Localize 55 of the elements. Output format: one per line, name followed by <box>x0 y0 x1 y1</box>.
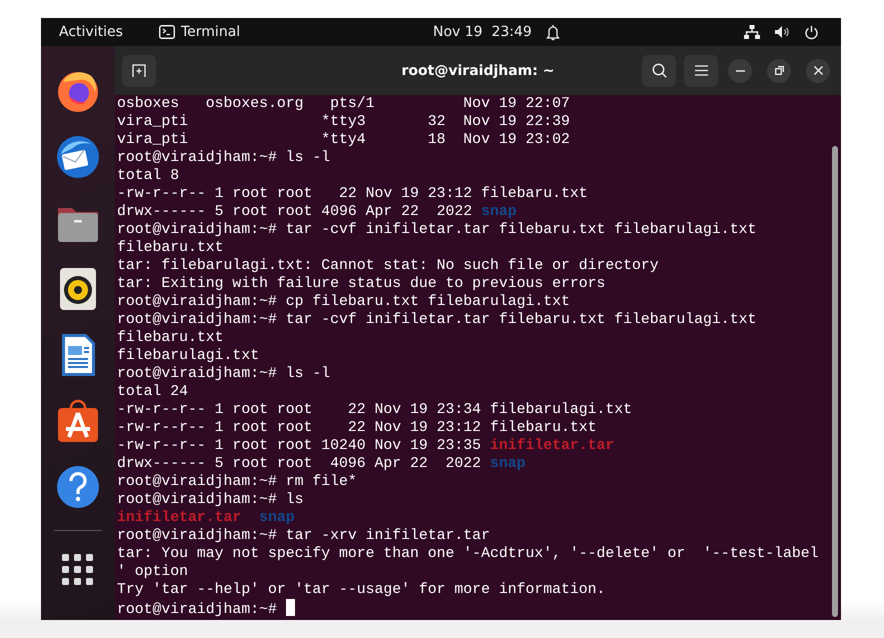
terminal-line: root@viraidjham:~# <box>117 599 295 617</box>
search-button[interactable] <box>642 54 676 86</box>
clock[interactable]: Nov 19 23:49 <box>433 24 532 40</box>
terminal-line: -rw-r--r-- 1 root root 22 Nov 19 23:12 filebaru.txt <box>117 419 596 437</box>
terminal-line: root@viraidjham:~# ls <box>117 491 304 509</box>
terminal-line: root@viraidjham:~# tar -cvf inifiletar.tar filebaru.txt filebarulagi.txt <box>117 311 756 329</box>
new-tab-button[interactable] <box>122 54 156 86</box>
terminal-line: root@viraidjham:~# cp filebaru.txt filebarulagi.txt <box>117 293 570 311</box>
bell-icon <box>546 24 560 40</box>
menu-button[interactable] <box>684 54 718 86</box>
close-icon <box>814 66 822 75</box>
terminal-line: total 24 <box>117 383 188 401</box>
power-icon[interactable] <box>804 24 819 40</box>
restore-button[interactable] <box>767 58 791 82</box>
terminal-line: inifiletar.tar snap <box>117 509 295 527</box>
menu-icon <box>694 65 708 76</box>
new-tab-icon <box>132 64 146 77</box>
app-name[interactable]: Terminal <box>181 24 240 40</box>
terminal-line: -rw-r--r-- 1 root root 22 Nov 19 23:34 filebarulagi.txt <box>117 401 632 419</box>
terminal-line: root@viraidjham:~# ls -l <box>117 365 330 383</box>
terminal-line: root@viraidjham:~# tar -cvf inifiletar.tar filebaru.txt filebarulagi.txt <box>117 221 756 239</box>
help-icon[interactable] <box>55 464 101 510</box>
network-icon[interactable] <box>744 25 760 39</box>
terminal-icon <box>159 25 175 39</box>
restore-icon <box>774 66 784 75</box>
terminal-line: drwx------ 5 root root 4096 Apr 22 2022 snap <box>117 203 517 221</box>
scrollbar[interactable] <box>832 146 838 617</box>
terminal-line: tar: filebarulagi.txt: Cannot stat: No such file or directory <box>117 257 659 275</box>
terminal-line: filebaru.txt <box>117 329 224 347</box>
terminal-line: filebaru.txt <box>117 239 224 257</box>
app-grid-icon[interactable] <box>62 554 94 586</box>
terminal-line: Try 'tar --help' or 'tar --usage' for more information. <box>117 581 606 599</box>
mail-icon[interactable] <box>55 134 101 180</box>
terminal-line: root@viraidjham:~# ls -l <box>117 149 330 167</box>
terminal-line: tar: You may not specify more than one '-Acdtrux', '--delete' or '--test-label <box>117 545 818 563</box>
terminal-line: root@viraidjham:~# tar -xrv inifiletar.tar <box>117 527 490 545</box>
terminal-line: -rw-r--r-- 1 root root 10240 Nov 19 23:35 inifiletar.tar <box>117 437 614 455</box>
terminal-line: -rw-r--r-- 1 root root 22 Nov 19 23:12 filebaru.txt <box>117 185 588 203</box>
terminal-line: drwx------ 5 root root 4096 Apr 22 2022 snap <box>117 455 526 473</box>
minimize-icon <box>736 70 744 72</box>
activities-button[interactable]: Activities <box>59 24 159 40</box>
close-button[interactable] <box>806 58 830 82</box>
terminal-line: total 8 <box>117 167 180 185</box>
window-title: root@viraidjham: ~ <box>402 62 554 78</box>
volume-icon[interactable] <box>774 25 790 39</box>
terminal-line: root@viraidjham:~# rm file* <box>117 473 357 491</box>
shopping-bag-icon[interactable] <box>55 398 101 444</box>
terminal-line: ' option <box>117 563 188 581</box>
terminal-line: vira_pti *tty4 18 Nov 19 23:02 <box>117 131 570 149</box>
terminal-line: osboxes osboxes.org pts/1 Nov 19 22:07 <box>117 95 570 113</box>
minimize-button[interactable] <box>728 58 752 82</box>
terminal-line: vira_pti *tty3 32 Nov 19 22:39 <box>117 113 570 131</box>
search-icon <box>652 63 666 78</box>
terminal-line: tar: Exiting with failure status due to previous errors <box>117 275 606 293</box>
terminal-line: filebarulagi.txt <box>117 347 260 365</box>
